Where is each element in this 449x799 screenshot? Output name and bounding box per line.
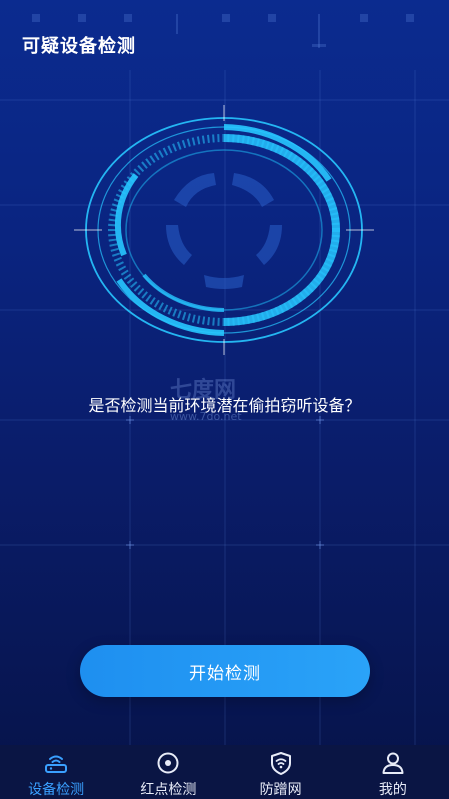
start-detection-button[interactable]: 开始检测 [80,645,370,697]
page-title: 可疑设备检测 [22,36,136,57]
tab-label: 红点检测 [140,782,197,798]
wifi-router-icon [45,755,68,773]
tab-label: 设备检测 [28,782,85,798]
tab-label: 我的 [378,782,407,798]
shield-wifi-icon [270,752,291,775]
header: 可疑设备检测 [0,0,449,70]
tab-label: 防蹭网 [259,782,302,798]
device-detection-screen: 可疑设备检测 七度网 www.7do.net 是否检测当前环境潜在偷拍窃听设备？… [0,0,449,799]
user-icon [382,752,404,774]
tab-mine[interactable]: 我的 [337,745,449,799]
tab-anti-freeload[interactable]: 防蹭网 [225,745,337,799]
detection-prompt: 是否检测当前环境潜在偷拍窃听设备？ [88,396,361,415]
tab-device-detection[interactable]: 设备检测 [0,745,112,799]
tab-red-dot-detection[interactable]: 红点检测 [112,745,224,799]
bottom-tab-bar: 设备检测 红点检测 防蹭网 我的 [0,745,449,799]
target-dot-icon [157,752,179,774]
radar-scanner [74,105,374,355]
